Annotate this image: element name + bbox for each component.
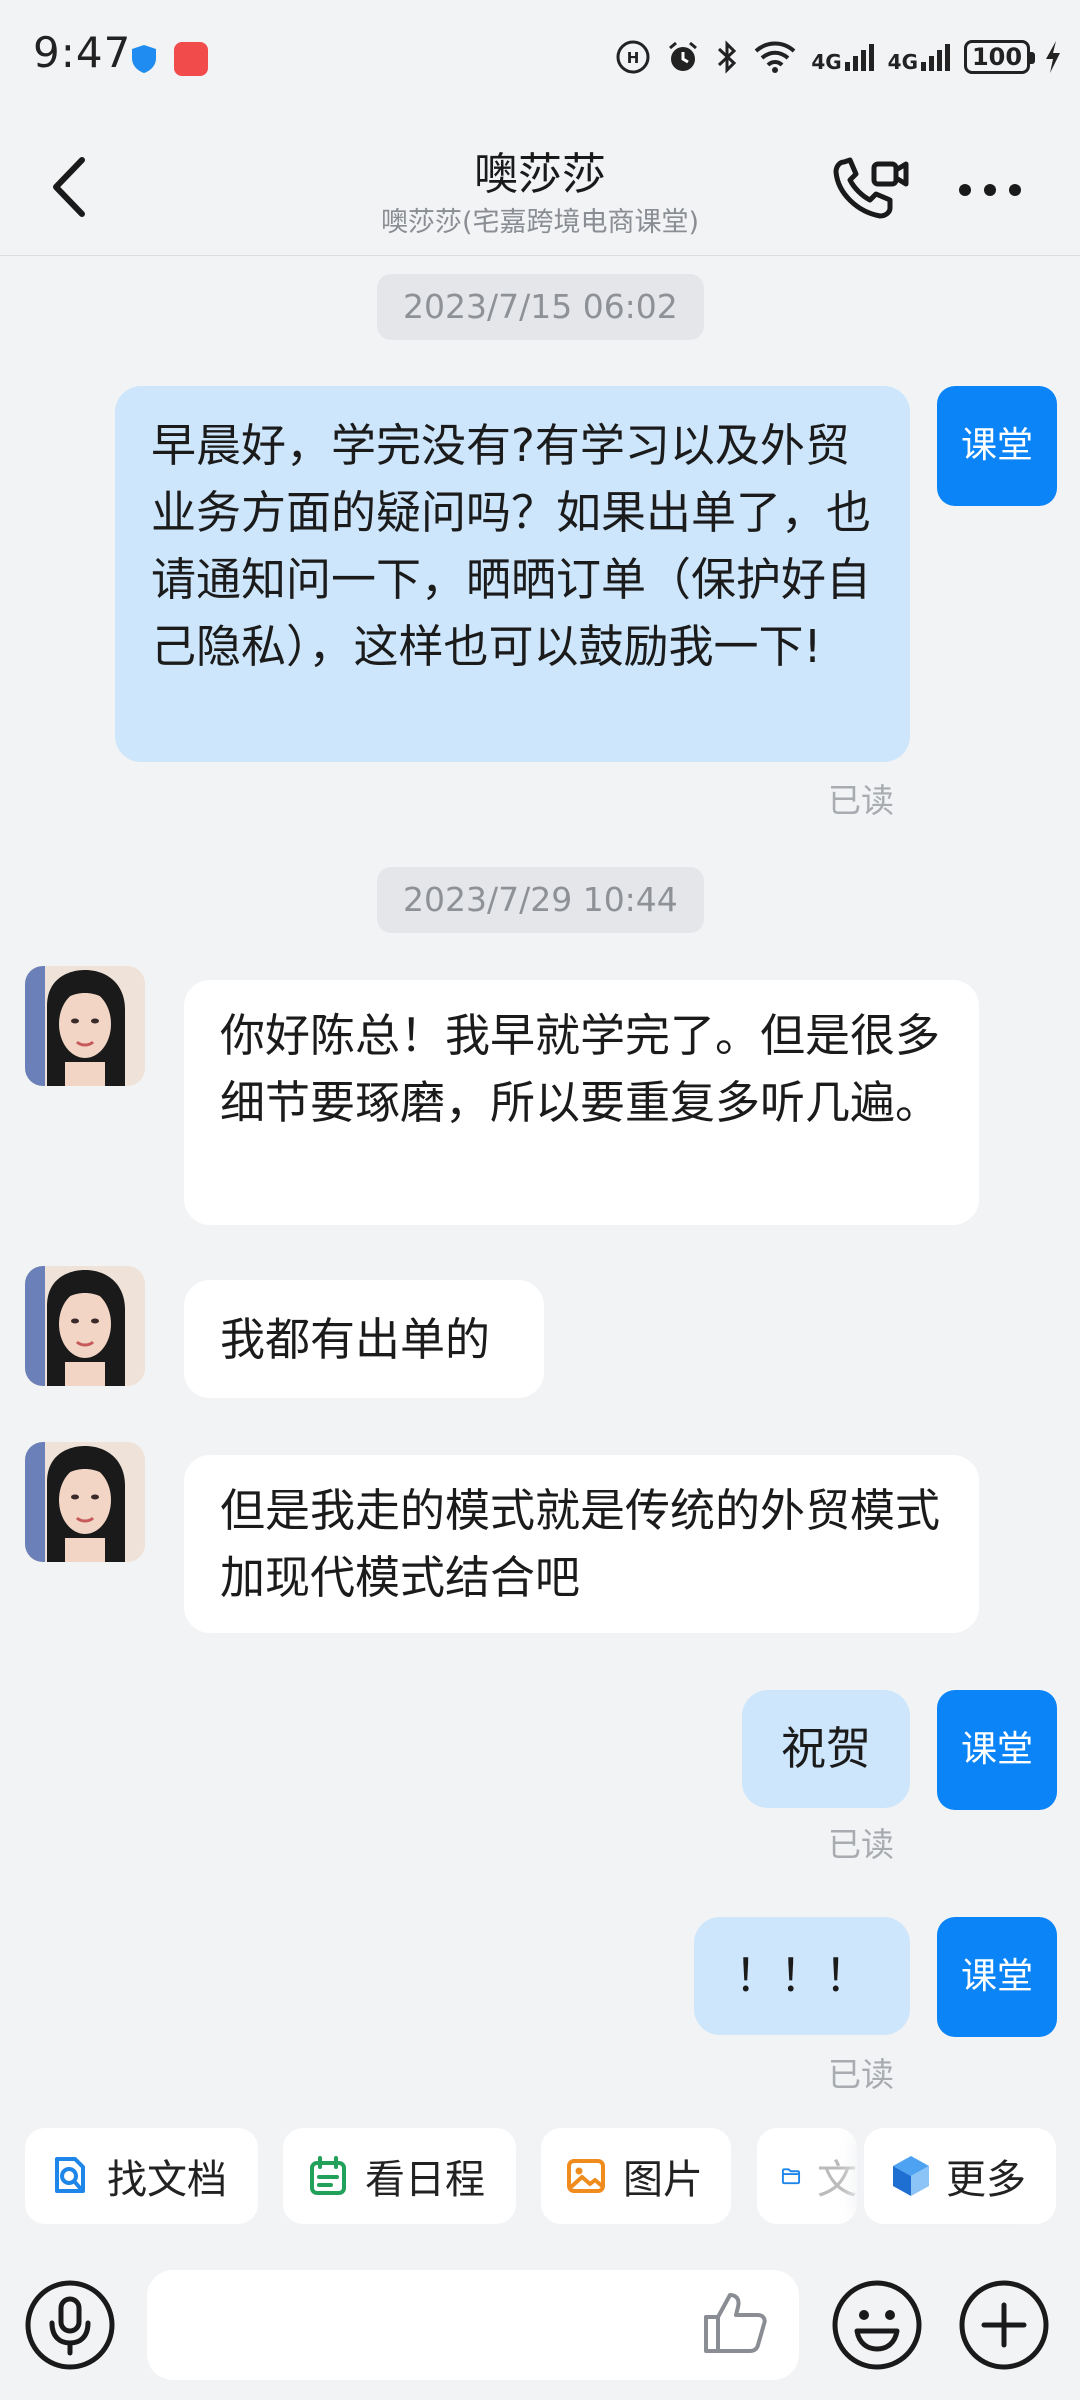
signal-1: 4G <box>811 42 874 74</box>
signal-icon <box>844 44 874 71</box>
images-label: 图片 <box>623 2157 703 2203</box>
incoming-message[interactable]: 我都有出单的 <box>184 1280 544 1398</box>
emoji-icon[interactable] <box>831 2279 923 2371</box>
cube-icon <box>893 2156 929 2196</box>
avatar-photo <box>25 1266 145 1386</box>
images-button[interactable]: 图片 <box>541 2128 731 2224</box>
read-receipt: 已读 <box>828 781 894 820</box>
outgoing-message[interactable]: ！！！ <box>694 1917 910 2035</box>
folder-icon <box>781 2168 801 2185</box>
image-icon <box>567 2159 605 2193</box>
more-actions-button[interactable]: 更多 <box>864 2128 1056 2224</box>
doc-search-icon <box>55 2157 85 2193</box>
avatar-photo <box>25 1442 145 1562</box>
signal-2: 4G <box>888 42 950 72</box>
charging-icon <box>1046 41 1060 73</box>
plus-icon[interactable] <box>958 2279 1050 2371</box>
calendar-icon <box>310 2156 346 2195</box>
avatar[interactable] <box>25 1442 145 1562</box>
status-icons: H 4G 4G 100 <box>615 34 1062 80</box>
message-timestamp: 2023/7/15 06:02 <box>377 274 704 340</box>
avatar[interactable]: 课堂 <box>937 1917 1057 2037</box>
status-bar: 9:47 H 4G 4G 100 <box>0 0 1080 110</box>
shield-icon <box>132 45 156 73</box>
more-icon[interactable] <box>955 170 1025 210</box>
avatar[interactable]: 课堂 <box>937 1690 1057 1810</box>
read-receipt: 已读 <box>828 2055 894 2094</box>
avatar[interactable] <box>25 1266 145 1386</box>
chat-subtitle: 噢莎莎(宅嘉跨境电商课堂) <box>380 207 700 238</box>
schedule-button[interactable]: 看日程 <box>283 2128 516 2224</box>
hd-call-icon: H <box>616 40 650 74</box>
incoming-message[interactable]: 但是我走的模式就是传统的外贸模式加现代模式结合吧 <box>184 1455 979 1633</box>
status-time: 9:47 <box>33 28 132 77</box>
signal-icon <box>921 44 950 71</box>
chat-title: 噢莎莎 <box>474 149 606 200</box>
outgoing-message[interactable]: 早晨好，学完没有?有学习以及外贸业务方面的疑问吗？如果出单了，也请通知问一下，晒… <box>115 386 910 762</box>
chat-header: 噢莎莎 噢莎莎(宅嘉跨境电商课堂) <box>0 110 1080 256</box>
avatar-photo <box>25 966 145 1086</box>
svg-text:H: H <box>627 49 640 67</box>
more-actions-label: 更多 <box>946 2157 1026 2203</box>
read-receipt: 已读 <box>828 1825 894 1864</box>
thumbs-up-icon[interactable] <box>700 2287 770 2357</box>
network-label-2: 4G <box>887 50 918 74</box>
avatar[interactable]: 课堂 <box>937 386 1057 506</box>
battery-level: 100 <box>971 43 1023 71</box>
avatar[interactable] <box>25 966 145 1086</box>
wifi-icon <box>754 41 796 73</box>
find-docs-button[interactable]: 找文档 <box>25 2128 258 2224</box>
files-label: 文 <box>817 2157 857 2203</box>
app-badge-icon <box>174 42 208 76</box>
quick-action-bar: 找文档 看日程 图片 文 更多 <box>0 2128 1080 2228</box>
microphone-icon[interactable] <box>24 2279 116 2371</box>
message-timestamp: 2023/7/29 10:44 <box>377 867 704 933</box>
input-bar <box>0 2250 1080 2400</box>
battery-icon: 100 <box>964 40 1035 74</box>
network-label-1: 4G <box>811 50 842 74</box>
video-call-icon[interactable] <box>830 150 910 226</box>
find-docs-label: 找文档 <box>107 2157 227 2203</box>
files-button[interactable]: 文 <box>757 2128 857 2224</box>
schedule-label: 看日程 <box>365 2157 485 2203</box>
outgoing-message[interactable]: 祝贺 <box>742 1690 910 1808</box>
alarm-icon <box>669 41 698 71</box>
bluetooth-icon <box>718 40 737 74</box>
incoming-message[interactable]: 你好陈总！我早就学完了。但是很多细节要琢磨，所以要重复多听几遍。 <box>184 980 979 1225</box>
